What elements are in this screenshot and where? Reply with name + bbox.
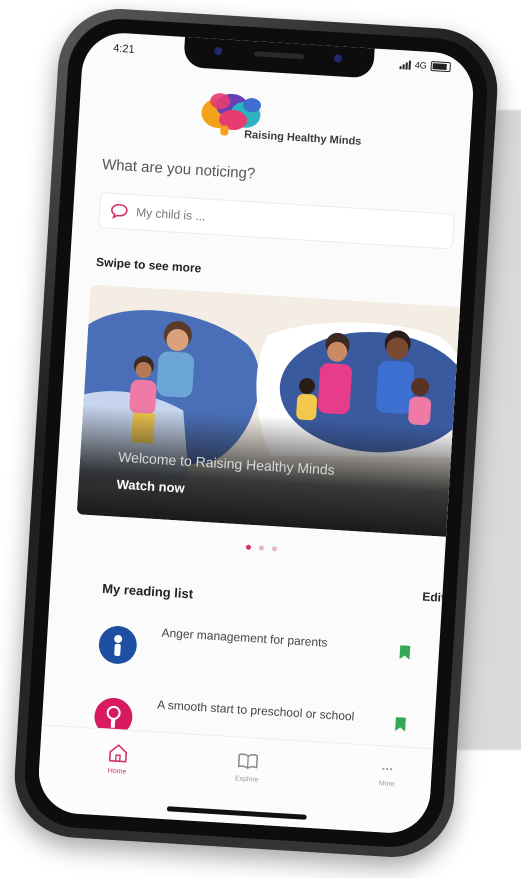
app-name: Raising Healthy Minds	[243, 128, 362, 148]
mockup-stage: 4:21 4G Raising Healthy Minds What are y…	[0, 0, 521, 878]
phone-notch	[183, 36, 375, 79]
camera-icon	[214, 46, 223, 56]
book-icon	[237, 753, 259, 769]
page-dot[interactable]	[271, 546, 278, 552]
network-label: 4G	[414, 60, 428, 71]
carousel-heading: Swipe to see more	[95, 254, 202, 276]
tab-home-label: Home	[107, 767, 127, 776]
status-icons: 4G	[399, 59, 451, 73]
tab-explore[interactable]: Explore	[217, 748, 279, 785]
bookmark-icon[interactable]	[398, 645, 411, 660]
search-placeholder: My child is ...	[135, 205, 206, 224]
battery-icon	[430, 60, 451, 73]
bookmark-icon[interactable]	[394, 717, 407, 732]
signal-icon	[399, 60, 412, 70]
article-thumbnail-icon	[98, 625, 137, 664]
tab-home[interactable]: Home	[87, 740, 149, 777]
carousel-slide[interactable]: Welcome to Raising Healthy Minds Watch n…	[76, 284, 476, 539]
tab-explore-label: Explore	[234, 775, 259, 784]
page-dot-active[interactable]	[245, 544, 252, 550]
article-title: Anger management for parents	[161, 625, 328, 650]
tab-more-label: More	[378, 780, 395, 789]
speaker-grille	[254, 51, 305, 60]
home-icon	[108, 744, 128, 763]
phone-frame: 4:21 4G Raising Healthy Minds What are y…	[11, 5, 501, 861]
carousel-pagination[interactable]	[245, 544, 278, 552]
more-icon: •••	[381, 764, 394, 775]
noticing-question: What are you noticing?	[101, 156, 256, 183]
chat-bubble-icon	[111, 203, 128, 220]
list-item[interactable]: Anger management for parents	[97, 621, 419, 690]
home-indicator[interactable]	[166, 806, 307, 820]
sensor-icon	[333, 54, 343, 63]
edit-button[interactable]: Edit	[422, 589, 445, 604]
search-input[interactable]: My child is ...	[98, 192, 455, 250]
phone-bezel: 4:21 4G Raising Healthy Minds What are y…	[21, 15, 491, 851]
app-screen: 4:21 4G Raising Healthy Minds What are y…	[36, 30, 476, 836]
status-time: 4:21	[112, 42, 135, 56]
article-title: A smooth start to preschool or school	[156, 697, 355, 724]
tab-more[interactable]: ••• More	[357, 757, 419, 790]
app-logo: Raising Healthy Minds	[195, 90, 398, 162]
reading-list-title: My reading list	[101, 580, 194, 602]
page-dot[interactable]	[258, 545, 265, 551]
